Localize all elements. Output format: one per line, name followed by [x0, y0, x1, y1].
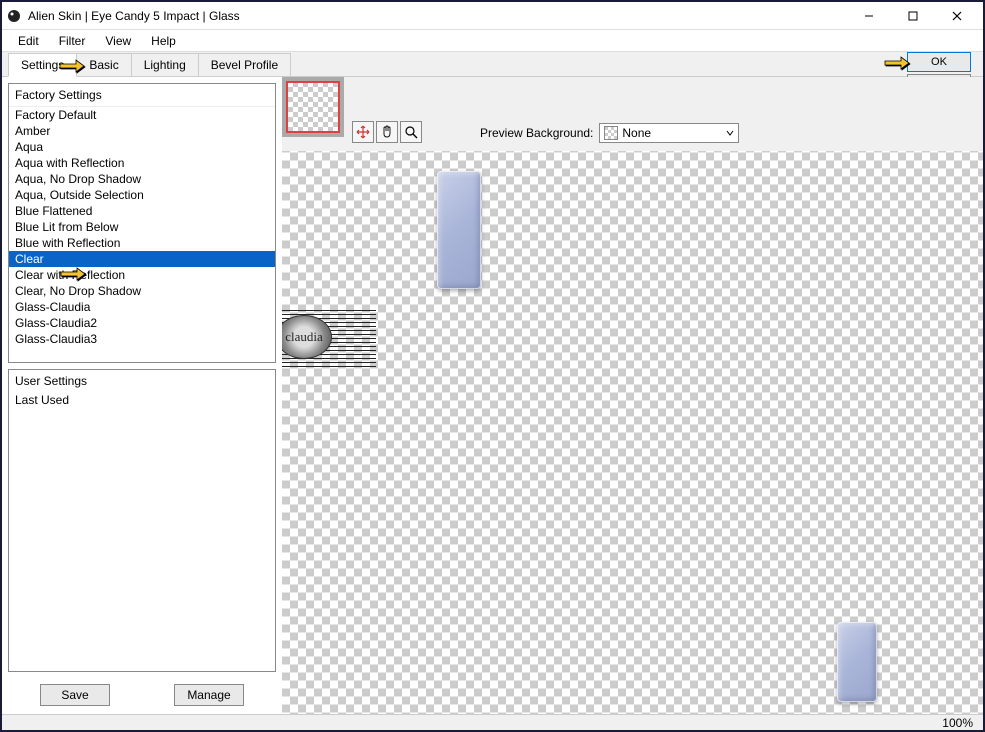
menu-filter[interactable]: Filter	[49, 32, 96, 50]
preview-bg-value: None	[622, 126, 651, 140]
left-panel: Factory Settings Factory Default Amber A…	[2, 77, 282, 714]
watermark-text: claudia	[282, 315, 332, 359]
menu-help[interactable]: Help	[141, 32, 186, 50]
user-preset-list[interactable]: User Settings Last Used	[8, 369, 276, 672]
preview-canvas[interactable]: claudia	[282, 151, 983, 714]
window-controls	[847, 3, 979, 29]
preset-item[interactable]: Glass-Claudia3	[9, 331, 275, 347]
tab-lighting[interactable]: Lighting	[131, 53, 199, 76]
preset-item[interactable]: Aqua, No Drop Shadow	[9, 171, 275, 187]
menu-view[interactable]: View	[95, 32, 141, 50]
maximize-button[interactable]	[891, 3, 935, 29]
app-icon	[6, 8, 22, 24]
preview-thumbnail[interactable]	[282, 77, 344, 137]
close-button[interactable]	[935, 3, 979, 29]
manage-button[interactable]: Manage	[174, 684, 244, 706]
move-tool-button[interactable]	[352, 121, 374, 143]
preset-item[interactable]: Clear, No Drop Shadow	[9, 283, 275, 299]
tab-bevel-profile[interactable]: Bevel Profile	[198, 53, 291, 76]
titlebar: Alien Skin | Eye Candy 5 Impact | Glass	[2, 2, 983, 30]
preview-bg-select[interactable]: None	[599, 123, 739, 143]
preset-item[interactable]: Glass-Claudia	[9, 299, 275, 315]
preset-item[interactable]: Aqua with Reflection	[9, 155, 275, 171]
menu-edit[interactable]: Edit	[8, 32, 49, 50]
transparency-icon	[604, 126, 618, 140]
window-title: Alien Skin | Eye Candy 5 Impact | Glass	[28, 9, 847, 23]
chevron-down-icon	[726, 126, 734, 140]
save-button[interactable]: Save	[40, 684, 110, 706]
tab-settings[interactable]: Settings	[8, 53, 77, 77]
menubar: Edit Filter View Help	[2, 30, 983, 52]
right-panel: Preview Background: None claudia	[282, 77, 983, 714]
glass-preview-shape	[837, 622, 877, 702]
thumbnail-selection	[286, 81, 340, 133]
factory-preset-header: Factory Settings	[9, 84, 275, 107]
tab-basic[interactable]: Basic	[76, 53, 131, 76]
preset-item[interactable]: Factory Default	[9, 107, 275, 123]
preview-bg-label: Preview Background:	[480, 126, 593, 140]
status-bar: 100%	[2, 714, 983, 730]
user-preset-header: User Settings	[9, 370, 275, 392]
content: Factory Settings Factory Default Amber A…	[2, 77, 983, 714]
ok-button[interactable]: OK	[907, 52, 971, 72]
user-preset-item[interactable]: Last Used	[9, 392, 275, 408]
factory-preset-list[interactable]: Factory Settings Factory Default Amber A…	[8, 83, 276, 363]
zoom-level: 100%	[942, 716, 973, 730]
zoom-tool-button[interactable]	[400, 121, 422, 143]
preset-item[interactable]: Blue with Reflection	[9, 235, 275, 251]
tabbar: Settings Basic Lighting Bevel Profile OK…	[2, 52, 983, 77]
preset-item[interactable]: Clear with Reflection	[9, 267, 275, 283]
preset-item[interactable]: Aqua, Outside Selection	[9, 187, 275, 203]
hand-tool-button[interactable]	[376, 121, 398, 143]
preview-controls-bar: Preview Background: None	[282, 77, 983, 151]
preset-item[interactable]: Aqua	[9, 139, 275, 155]
glass-preview-shape	[437, 171, 481, 289]
preset-item[interactable]: Amber	[9, 123, 275, 139]
minimize-button[interactable]	[847, 3, 891, 29]
preset-item-selected[interactable]: Clear	[9, 251, 275, 267]
preset-item[interactable]: Blue Flattened	[9, 203, 275, 219]
preset-item[interactable]: Glass-Claudia2	[9, 315, 275, 331]
preset-item[interactable]: Blue Lit from Below	[9, 219, 275, 235]
watermark: claudia	[282, 307, 376, 367]
left-button-row: Save Manage	[8, 678, 276, 708]
